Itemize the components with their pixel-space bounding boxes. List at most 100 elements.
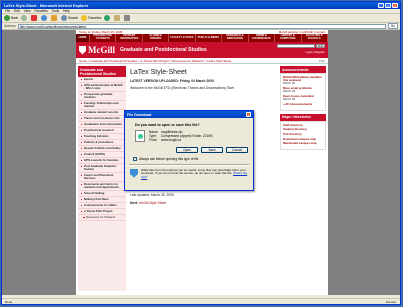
print-button[interactable] [124,15,131,21]
sidebar-item[interactable]: Funding: Fellowships and Awards [78,101,126,110]
leftnav-heading[interactable]: Graduate and Postdoctoral Studies [78,66,126,77]
mcgill-logo[interactable]: McGill [79,45,115,55]
printer-icon [124,15,131,21]
menu-tools[interactable]: Tools [52,9,59,13]
nav-public-media[interactable]: PUBLIC & MEDIA [196,34,223,42]
browser-toolbar: Back Search Favorites [2,14,400,23]
announcements-heading: Announcements [280,66,326,73]
home-button[interactable] [51,15,58,21]
menu-view[interactable]: View [24,9,31,13]
search-label: Search [68,16,79,20]
forward-arrow-icon [21,15,28,21]
nav-student-information[interactable]: STUDENT INFORMATION [116,34,143,42]
forward-button[interactable] [21,15,28,21]
directory-link[interactable]: Macdonald campus map [283,142,323,145]
zip-file-icon [135,130,145,142]
history-icon [104,15,111,21]
shield-logo-icon [79,45,86,55]
right-column: Announcements McGill Marketplace deadlin… [280,66,326,153]
security-shield-icon [130,168,138,178]
next-link-row: Next: McGill Style Sheet [130,201,276,205]
last-updated: Last updated: March 25, 2005 [130,193,174,198]
search-button[interactable]: Search [61,15,78,21]
home-icon [51,15,58,21]
always-ask-label[interactable]: Always ask before opening this type of f… [139,157,198,161]
menu-help[interactable]: Help [63,9,70,13]
address-input[interactable]: http://www.mcgill.ca/gps/thesis/resource… [17,23,386,29]
nav-library-computing[interactable]: LIBRARY & COMPUTING [275,34,302,42]
directory-link[interactable]: Unit directory [283,132,323,136]
nav-research-innovation[interactable]: RESEARCH & INNOVATION [222,34,249,42]
print-link[interactable]: Print [319,59,325,63]
left-navigation: Graduate and Postdoctoral Studies Events… [78,66,126,291]
all-announcements-link[interactable]: » All Announcements [283,102,323,106]
sidebar-item[interactable]: Career and Placement Services [78,173,126,182]
favorites-button[interactable]: Favorites [81,15,101,21]
dialog-separator [129,163,249,166]
back-arrow-icon [4,15,10,21]
back-label: Back [11,16,19,20]
menu-file[interactable]: File [5,9,10,13]
site-search: Find Login | Register [276,44,325,54]
star-icon [81,15,88,21]
window-title: LaTex Style-Sheet - Microsoft Internet E… [4,3,89,8]
open-button[interactable]: Open [176,146,198,153]
minimize-icon[interactable]: _ [378,3,384,8]
site-search-input[interactable] [276,44,315,48]
menu-favorites[interactable]: Favorites [35,9,48,13]
find-button[interactable]: Find [315,44,325,48]
next-link[interactable]: McGill Style Sheet [139,201,166,205]
nav-faculties-schools[interactable]: FACULTIES & SCHOOLS [302,34,328,42]
nav-faculty-staff[interactable]: FACULTY & STAFF [169,34,196,42]
history-button[interactable] [104,15,111,21]
security-warning: While files from the Internet can be use… [130,167,248,180]
always-ask-checkbox[interactable]: ✓ [133,156,137,161]
top-navigation: HOME PROSPECTIVE STUDENTS STUDENT INFORM… [76,34,328,42]
site-banner: McGill Graduate and Postdoctoral Studies… [76,42,328,58]
nav-prospective-students[interactable]: PROSPECTIVE STUDENTS [90,34,117,42]
stop-icon [31,15,38,21]
mail-button[interactable] [114,15,121,21]
logo-text: McGill [88,45,115,55]
nav-alumni-friends[interactable]: ALUMNI & FRIENDS [143,34,170,42]
sidebar-item[interactable]: Resources for Students [78,215,126,221]
sidebar-item[interactable]: Documents and forms for students and dep… [78,182,126,191]
warning-text: While files from the Internet can be use… [141,167,246,176]
announcements-list: McGill Marketplace deadline this weekend… [280,73,326,111]
mail-icon [114,15,121,21]
back-button[interactable]: Back [4,15,18,21]
announcement-item: Open house cancelled March 28 [283,94,323,101]
menu-edit[interactable]: Edit [14,9,20,13]
close-icon[interactable]: × [392,3,398,8]
go-button[interactable]: Go [387,23,398,29]
favorites-label: Favorites [88,16,102,20]
file-info: Name: mcgillthesis.zip Type: Compressed (z… [135,130,253,143]
status-text: Done [5,299,13,304]
search-icon [61,15,68,21]
sidebar-item[interactable]: Post Graduate Students' Society [78,164,126,173]
refresh-icon [41,15,48,21]
announcement-date: March 30 [283,81,296,86]
next-label: Next: [130,200,139,205]
save-button[interactable]: Save [201,146,223,153]
breadcrumb-trail[interactable]: Home > Graduate and Postdoctoral Studies… [79,59,231,63]
security-zone: Internet [385,299,396,304]
nav-home[interactable]: HOME [76,34,90,42]
dialog-close-icon[interactable]: × [246,112,251,117]
file-download-dialog: File Download × Do you want to open or s… [124,110,254,191]
stop-button[interactable] [31,15,38,21]
nav-admin-governance[interactable]: ADMIN & GOVERNANCE [249,34,276,42]
page-title: LaTex Style-Sheet [130,69,187,76]
maximize-icon[interactable]: □ [385,3,391,8]
sidebar-item[interactable]: Prospective graduate students [78,92,126,101]
refresh-button[interactable] [41,15,48,21]
dialog-titlebar: File Download × [125,111,253,118]
latest-version-notice: LATEST VERSION UPLOADED: Friday, 04 Marc… [130,79,214,83]
sidebar-item[interactable]: GPS administration at McGill - Who's who [78,83,126,92]
status-bar: Done Internet [2,298,400,304]
dialog-buttons: Open Save Cancel [125,146,248,153]
announcement-date: March 29 [283,89,296,94]
dialog-question: Do you want to open or save this file? [135,123,200,127]
cancel-button[interactable]: Cancel [226,146,248,153]
login-register-links[interactable]: Login | Register [305,50,325,54]
